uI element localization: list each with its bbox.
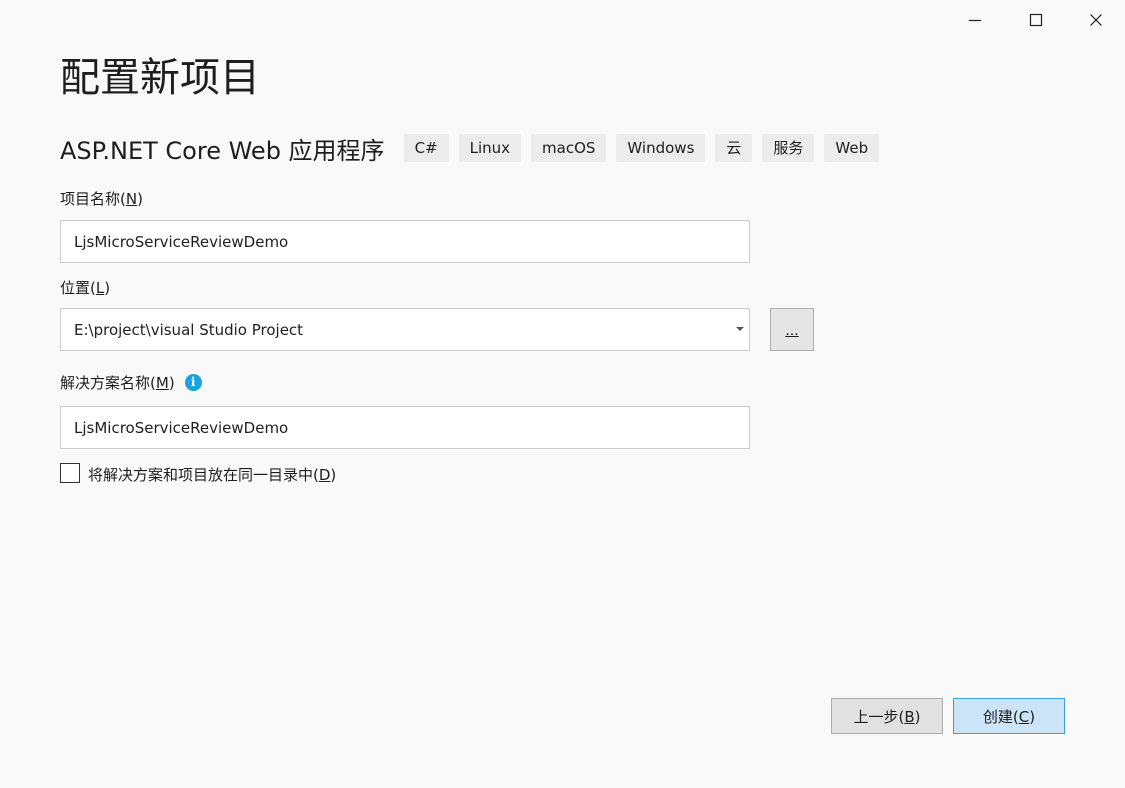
tag-service: 服务 [762, 134, 815, 162]
page-title: 配置新项目 [60, 55, 260, 101]
project-name-label: 项目名称(N) [60, 190, 143, 208]
location-combobox[interactable] [60, 308, 750, 351]
close-icon [1089, 13, 1103, 27]
tag-csharp: C# [403, 134, 449, 162]
maximize-button[interactable] [1008, 0, 1064, 40]
close-button[interactable] [1068, 0, 1124, 40]
tag-cloud: 云 [715, 134, 753, 162]
template-info: ASP.NET Core Web 应用程序 C# Linux macOS Win… [60, 133, 889, 165]
back-button[interactable]: 上一步(B) [831, 698, 943, 734]
minimize-icon [968, 13, 982, 27]
solution-name-label: 解决方案名称(M) i [60, 373, 202, 393]
tag-linux: Linux [458, 134, 522, 162]
maximize-icon [1029, 13, 1043, 27]
same-directory-checkbox[interactable] [60, 463, 80, 483]
minimize-button[interactable] [947, 0, 1003, 40]
location-field[interactable] [61, 309, 749, 350]
solution-name-field-box [60, 406, 750, 449]
tag-windows: Windows [616, 134, 706, 162]
chevron-down-icon[interactable] [736, 327, 744, 331]
location-label: 位置(L) [60, 279, 111, 297]
template-name: ASP.NET Core Web 应用程序 [60, 136, 385, 165]
project-name-field-box [60, 220, 750, 263]
solution-name-field[interactable] [61, 407, 749, 448]
info-icon[interactable]: i [184, 373, 202, 391]
create-button[interactable]: 创建(C) [953, 698, 1065, 734]
tag-macos: macOS [531, 134, 607, 162]
tag-web: Web [824, 134, 880, 162]
browse-button[interactable]: ... [770, 308, 814, 351]
project-name-field[interactable] [61, 221, 749, 262]
same-directory-label[interactable]: 将解决方案和项目放在同一目录中(D) [88, 465, 336, 485]
